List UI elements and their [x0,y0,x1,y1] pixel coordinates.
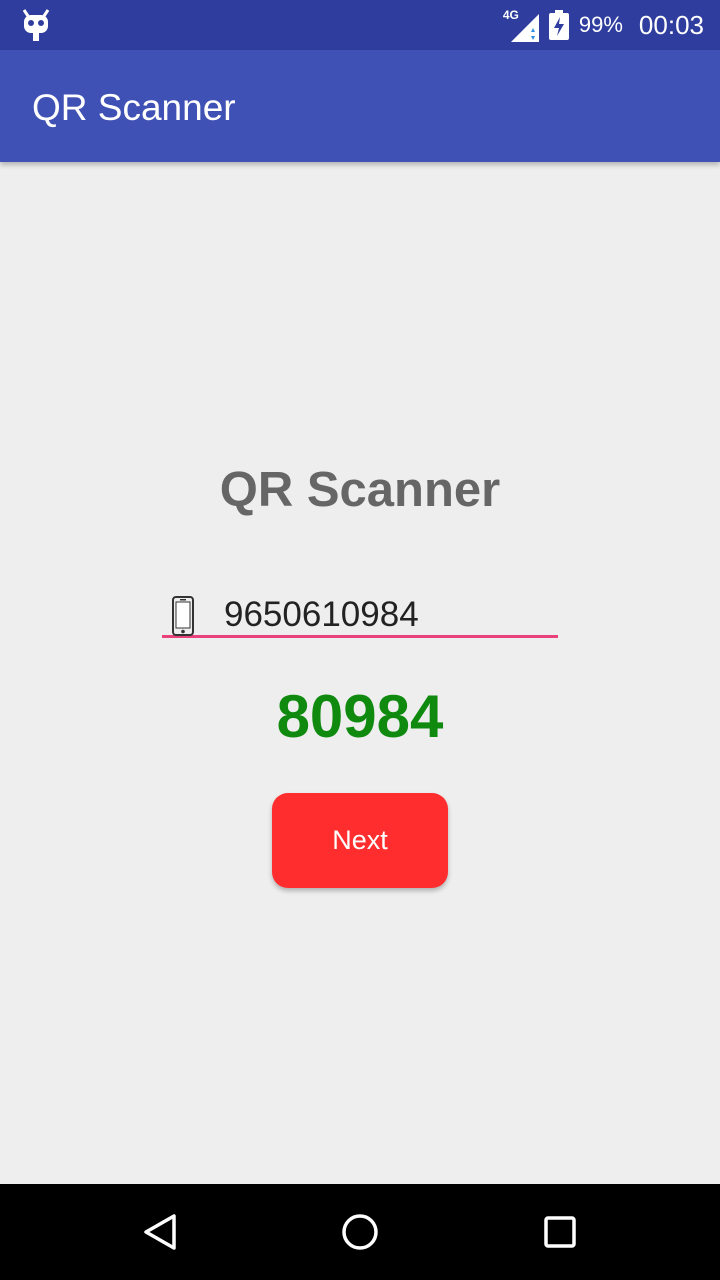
recents-square-icon [544,1216,576,1248]
signal-icon [510,14,539,42]
status-icons: 4G 99% 00:03 [503,0,704,50]
main-content: QR Scanner 80984 Next [0,162,720,1184]
recents-button[interactable] [540,1212,580,1252]
scanned-code: 80984 [276,683,444,750]
app-bar: QR Scanner [0,50,720,162]
home-button[interactable] [340,1212,380,1252]
back-button[interactable] [140,1212,180,1252]
battery-charging-icon [548,10,569,40]
cyanogen-bug-icon [22,9,50,41]
phone-number-input[interactable] [224,596,544,634]
next-button[interactable]: Next [272,793,448,888]
status-clock: 00:03 [638,9,704,40]
page-heading: QR Scanner [219,463,501,517]
phone-number-field [162,590,558,638]
battery-percent: 99% [578,12,623,37]
app-title: QR Scanner [32,87,236,128]
home-circle-icon [342,1214,378,1250]
back-triangle-icon [144,1214,176,1250]
navigation-bar [0,1184,720,1280]
network-indicator: 4G [503,8,539,42]
smartphone-icon [172,596,194,636]
status-bar: 4G 99% 00:03 [0,0,720,50]
